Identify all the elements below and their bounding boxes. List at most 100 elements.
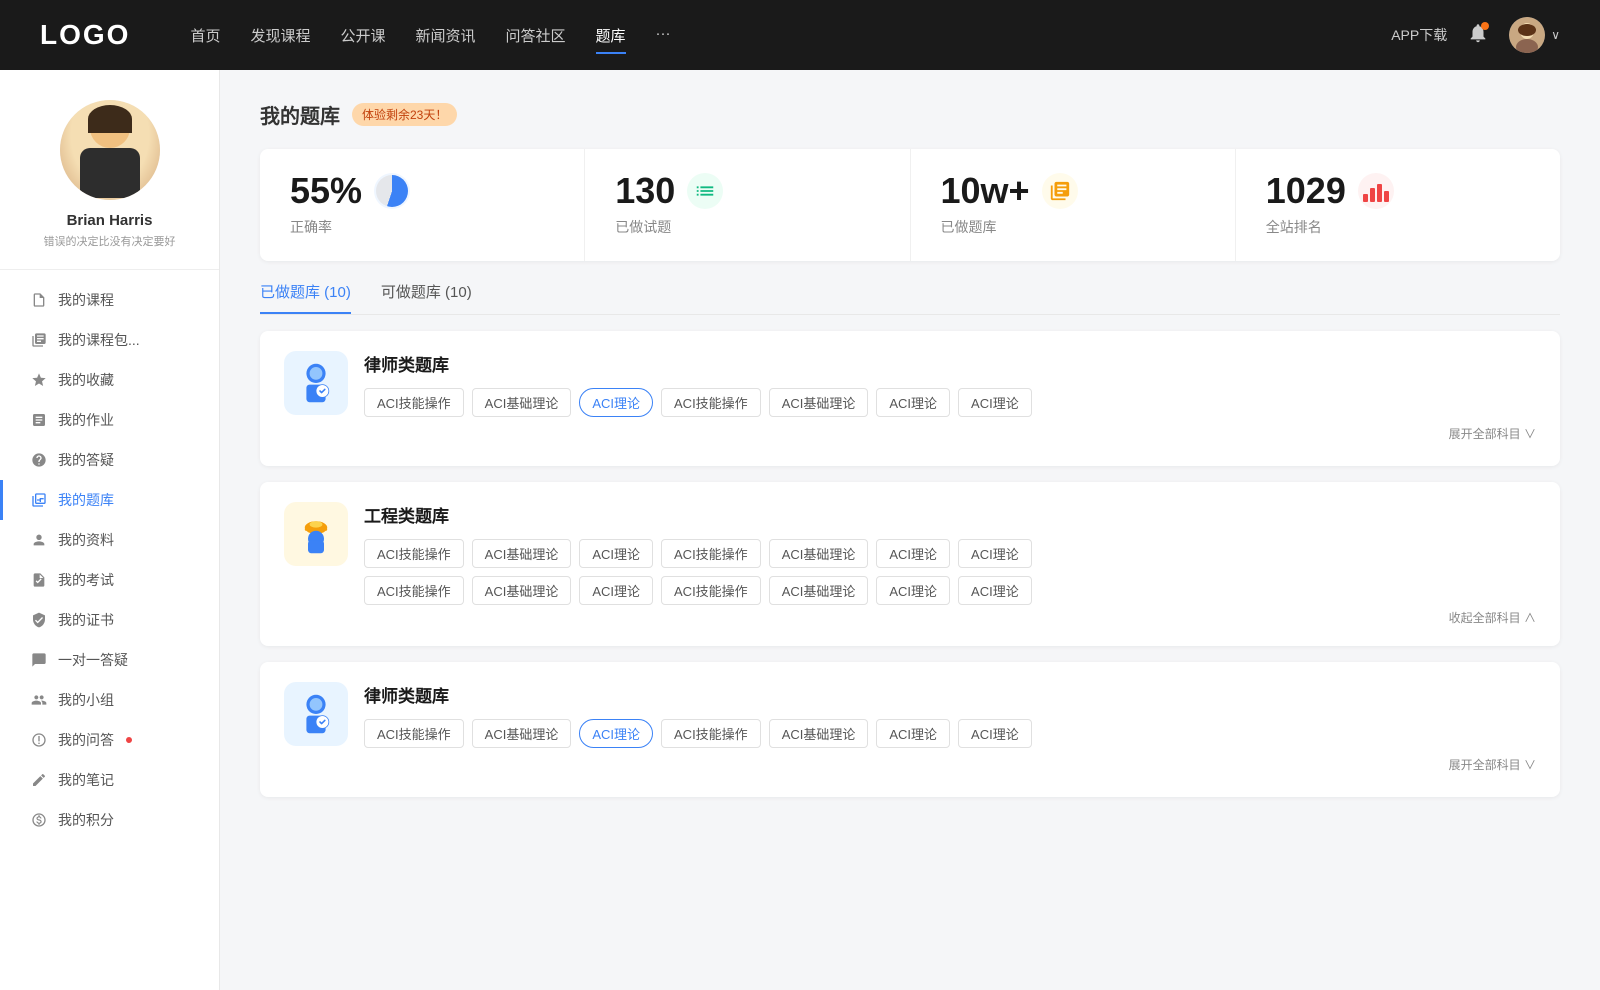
expand-button-3[interactable]: 展开全部科目 ∨ [1449, 752, 1536, 777]
engineer-icon [284, 502, 348, 566]
tag-item[interactable]: ACI技能操作 [661, 388, 761, 417]
tag-item[interactable]: ACI技能操作 [364, 539, 464, 568]
stat-rank: 1029 全站排名 [1236, 149, 1560, 261]
tab-done[interactable]: 已做题库 (10) [260, 281, 351, 314]
sidebar-item-tutor[interactable]: 一对一答疑 [0, 640, 219, 680]
tag-item[interactable]: ACI基础理论 [472, 719, 572, 748]
bank-title-lawyer-1: 律师类题库 [364, 351, 1536, 376]
bank-card-engineer: 工程类题库 ACI技能操作 ACI基础理论 ACI理论 ACI技能操作 ACI基… [260, 482, 1560, 646]
nav-news[interactable]: 新闻资讯 [416, 21, 476, 50]
sidebar-item-group[interactable]: 我的小组 [0, 680, 219, 720]
nav-discover[interactable]: 发现课程 [250, 21, 310, 50]
list-icon [687, 173, 723, 209]
stat-done-banks-number: 10w+ [941, 173, 1030, 209]
tag-item[interactable]: ACI基础理论 [472, 539, 572, 568]
tag-item[interactable]: ACI基础理论 [472, 388, 572, 417]
tag-item[interactable]: ACI理论 [958, 719, 1032, 748]
tag-item[interactable]: ACI理论 [958, 388, 1032, 417]
sidebar-item-cert[interactable]: 我的证书 [0, 600, 219, 640]
cert-icon [30, 611, 48, 629]
stat-done-banks: 10w+ 已做题库 [911, 149, 1236, 261]
tab-available[interactable]: 可做题库 (10) [381, 281, 472, 314]
sidebar-item-favorites[interactable]: 我的收藏 [0, 360, 219, 400]
sidebar-item-exam[interactable]: 我的考试 [0, 560, 219, 600]
tag-item[interactable]: ACI理论 [579, 539, 653, 568]
tag-item-active[interactable]: ACI理论 [579, 719, 653, 748]
logo: LOGO [40, 19, 130, 51]
tag-item[interactable]: ACI理论 [876, 719, 950, 748]
collapse-button[interactable]: 收起全部科目 ∧ [1449, 609, 1536, 626]
file-icon [30, 291, 48, 309]
tag-item[interactable]: ACI理论 [876, 388, 950, 417]
stat-done-questions-number: 130 [615, 173, 675, 209]
tag-item[interactable]: ACI理论 [958, 576, 1032, 605]
app-download-button[interactable]: APP下载 [1391, 25, 1447, 45]
notification-bell[interactable] [1467, 22, 1489, 49]
nav-home[interactable]: 首页 [190, 21, 220, 50]
tag-item[interactable]: ACI技能操作 [661, 539, 761, 568]
user-avatar-menu[interactable]: ∨ [1509, 17, 1560, 53]
sidebar-item-coursepack[interactable]: 我的课程包... [0, 320, 219, 360]
nav-opencourse[interactable]: 公开课 [340, 21, 385, 50]
profile-avatar [60, 100, 160, 200]
tag-item[interactable]: ACI技能操作 [661, 576, 761, 605]
sidebar-item-notes[interactable]: 我的笔记 [0, 760, 219, 800]
tutor-icon [30, 651, 48, 669]
question-icon [30, 451, 48, 469]
bank-tags-engineer-row1: ACI技能操作 ACI基础理论 ACI理论 ACI技能操作 ACI基础理论 AC… [364, 539, 1536, 568]
bank-card-lawyer-1: 律师类题库 ACI技能操作 ACI基础理论 ACI理论 ACI技能操作 ACI基… [260, 331, 1560, 466]
pie-chart-visual [376, 175, 408, 207]
sidebar-item-course[interactable]: 我的课程 [0, 280, 219, 320]
expand-button-1[interactable]: 展开全部科目 ∨ [1449, 421, 1536, 446]
profile-icon [30, 531, 48, 549]
tabs-row: 已做题库 (10) 可做题库 (10) [260, 281, 1560, 315]
tag-item[interactable]: ACI基础理论 [472, 576, 572, 605]
chevron-down-icon: ∨ [1551, 28, 1560, 42]
tag-item[interactable]: ACI基础理论 [769, 539, 869, 568]
bank-tags-lawyer-1: ACI技能操作 ACI基础理论 ACI理论 ACI技能操作 ACI基础理论 AC… [364, 388, 1536, 417]
sidebar-item-myqa[interactable]: 我的问答 [0, 720, 219, 760]
tag-item[interactable]: ACI技能操作 [364, 576, 464, 605]
nav-bank[interactable]: 题库 [596, 21, 626, 50]
nav-more[interactable]: ··· [656, 21, 671, 50]
tag-item[interactable]: ACI技能操作 [364, 388, 464, 417]
sidebar-item-profile[interactable]: 我的资料 [0, 520, 219, 560]
nav-menu: 首页 发现课程 公开课 新闻资讯 问答社区 题库 ··· [190, 21, 1391, 50]
tag-item-active[interactable]: ACI理论 [579, 388, 653, 417]
tag-item[interactable]: ACI理论 [958, 539, 1032, 568]
group-icon [30, 691, 48, 709]
tag-item[interactable]: ACI理论 [876, 539, 950, 568]
nav-qa[interactable]: 问答社区 [506, 21, 566, 50]
sidebar-item-bank[interactable]: 我的题库 [0, 480, 219, 520]
sidebar-item-homework[interactable]: 我的作业 [0, 400, 219, 440]
profile-section: Brian Harris 错误的决定比没有决定要好 [0, 100, 219, 270]
tag-item[interactable]: ACI技能操作 [661, 719, 761, 748]
tag-item[interactable]: ACI理论 [579, 576, 653, 605]
pie-chart-icon [374, 173, 410, 209]
lawyer-icon-2 [284, 682, 348, 746]
sidebar-menu: 我的课程 我的课程包... 我的收藏 我的作业 [0, 280, 219, 840]
tag-item[interactable]: ACI理论 [876, 576, 950, 605]
navbar-right: APP下载 ∨ [1391, 17, 1560, 53]
stat-done-questions-label: 已做试题 [615, 217, 879, 237]
stat-rank-label: 全站排名 [1266, 217, 1530, 237]
qa-icon [30, 731, 48, 749]
tag-item[interactable]: ACI技能操作 [364, 719, 464, 748]
exam-icon [30, 571, 48, 589]
page-header: 我的题库 体验剩余23天！ [260, 100, 1560, 129]
points-icon [30, 811, 48, 829]
tag-item[interactable]: ACI基础理论 [769, 576, 869, 605]
stats-row: 55% 正确率 130 已做试题 [260, 149, 1560, 261]
tag-item[interactable]: ACI基础理论 [769, 719, 869, 748]
main-content: 我的题库 体验剩余23天！ 55% 正确率 130 [220, 70, 1600, 990]
qa-notification-dot [126, 737, 132, 743]
bank-title-lawyer-2: 律师类题库 [364, 682, 1536, 707]
book-icon [1042, 173, 1078, 209]
tag-item[interactable]: ACI基础理论 [769, 388, 869, 417]
sidebar-item-points[interactable]: 我的积分 [0, 800, 219, 840]
stat-done-banks-label: 已做题库 [941, 217, 1205, 237]
note-icon [30, 771, 48, 789]
sidebar-item-questions[interactable]: 我的答疑 [0, 440, 219, 480]
homework-icon [30, 411, 48, 429]
bank-tags-engineer-row2: ACI技能操作 ACI基础理论 ACI理论 ACI技能操作 ACI基础理论 AC… [364, 576, 1536, 605]
